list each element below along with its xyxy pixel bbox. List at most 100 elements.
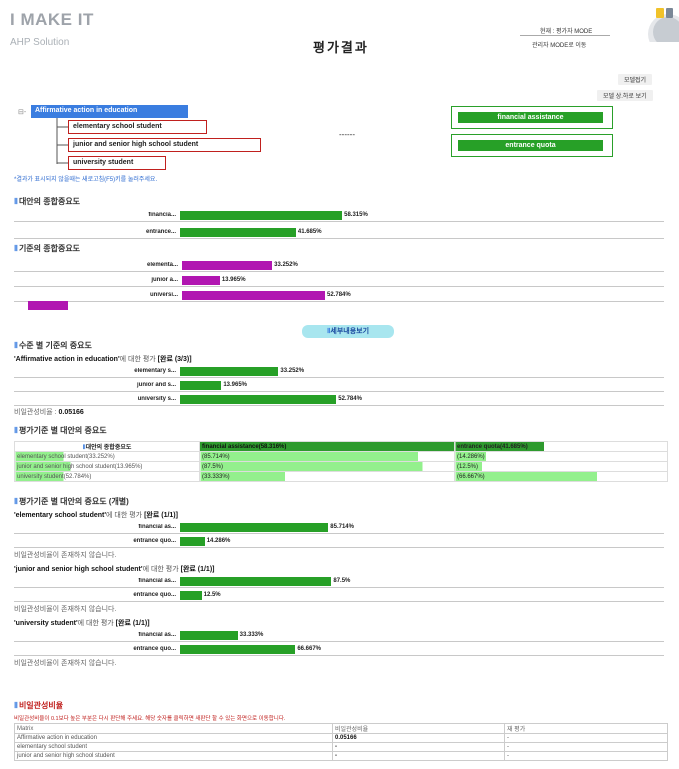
bar-label: financial as...: [138, 632, 176, 638]
chart-row: entrance quo... 14.286%: [14, 535, 664, 548]
bar-value-label: 66.667%: [297, 646, 322, 652]
show-details-button[interactable]: Ⅱ세부내용보기: [302, 325, 394, 338]
table-header-cell: financial assistance(58.316%): [199, 441, 455, 452]
goal-node[interactable]: Affirmative action in education: [31, 105, 188, 118]
consistency-title: 비일관성비율: [14, 700, 63, 711]
table-row: university student(52.784%) (33.333%) (66.…: [14, 471, 668, 482]
bar-label: financia...: [148, 212, 176, 218]
table-row: elementary school student(33.252%) (85.71…: [14, 451, 668, 462]
entrance-cell: (66.667%): [454, 471, 668, 482]
consistency-table: Matrix 비일관성비율 재 평가 Affirmative action in…: [14, 723, 668, 761]
bar: [180, 395, 337, 404]
table-header-cell: 재 평가: [504, 723, 668, 734]
bar-label: entrance quo...: [133, 538, 176, 544]
chart-row: junior and s... 13.965%: [14, 379, 664, 392]
vertical-view-button[interactable]: 모델 상.하로 보기: [597, 90, 653, 101]
entrance-cell: (12.5%): [454, 461, 668, 472]
ratio-cell[interactable]: 0.05166: [332, 733, 505, 743]
table-header-row: Matrix 비일관성비율 재 평가: [14, 723, 668, 734]
table-cell: Affirmative action in education: [14, 733, 333, 743]
bar: [180, 228, 296, 237]
bar: [180, 537, 205, 546]
alternative-label: financial assistance: [458, 112, 603, 123]
ratio-cell[interactable]: -: [332, 742, 505, 752]
bar: [180, 591, 202, 600]
table-row: junior and senior high school student - -: [14, 751, 668, 761]
no-ratio-note: 비일관성비율이 존재하지 않습니다.: [14, 552, 117, 559]
mode-divider: [520, 35, 610, 36]
user-avatar-icon[interactable]: [638, 6, 679, 54]
chart-row: universi... 52.784%: [14, 289, 664, 302]
bar: [182, 276, 220, 285]
bar-label: junior and s...: [136, 382, 176, 388]
table-row: elementary school student - -: [14, 742, 668, 752]
brand-logo: I MAKE IT: [10, 10, 94, 29]
bar-value-label: 33.333%: [239, 632, 264, 638]
bar-value-label: 52.784%: [327, 292, 351, 298]
chart-row: entrance... 41.685%: [14, 226, 664, 239]
tree-toggle-icon[interactable]: ⊟-: [18, 108, 26, 116]
bar: [182, 291, 326, 300]
chart-row: university s... 52.784%: [14, 393, 664, 406]
chart-row: elementa... 33.252%: [14, 259, 664, 272]
financial-cell: (85.714%): [199, 451, 455, 462]
purple-legend-swatch: [28, 301, 68, 310]
bar-value-label: 58.315%: [344, 212, 368, 218]
bar-value-label: 12.5%: [203, 592, 221, 598]
financial-cell: (33.333%): [199, 471, 455, 482]
collapse-model-button[interactable]: 모델접기: [618, 74, 653, 85]
level-weights-title: 수준 별 기준의 중요도: [14, 340, 92, 351]
page-title: 평가결과: [313, 40, 369, 55]
inconsistency-ratio: 비일관성비율 : 0.05166: [14, 409, 84, 416]
bar-value-label: 87.5%: [333, 578, 351, 584]
bar-label: junior a...: [151, 277, 178, 283]
alternative-node-entrance[interactable]: entrance quota: [451, 134, 613, 157]
bar: [180, 523, 329, 532]
no-ratio-note: 비일관성비율이 존재하지 않습니다.: [14, 660, 117, 667]
bar-value-label: 52.784%: [338, 396, 362, 402]
level-weights-question: 'Affirmative action in education'에 대한 평가…: [14, 356, 192, 363]
table-cell: -: [504, 751, 668, 761]
bar-value-label: 33.252%: [274, 262, 298, 268]
bar-label: universi...: [149, 292, 178, 298]
bar-label: entrance quo...: [133, 646, 176, 652]
bar-label: elementary s...: [134, 368, 176, 374]
bar-value-label: 41.685%: [297, 229, 322, 235]
tree-connector-lines: [56, 118, 68, 164]
bar-value-label: 13.965%: [223, 382, 248, 388]
switch-admin-mode-link[interactable]: 관리자 MODE로 이동: [532, 40, 586, 49]
chart-row: elementary s... 33.252%: [14, 365, 664, 378]
individual-question: 'junior and senior high school student'에…: [14, 566, 215, 573]
individual-title: 평가기준 별 대안의 중요도 (개별): [14, 496, 129, 507]
brand-subtitle: AHP Solution: [10, 37, 70, 48]
ratio-cell[interactable]: -: [332, 751, 505, 761]
consistency-warning: 비일관성비율이 0.1보다 높은 부분은 다시 판단해 주세요. 해당 숫자를 …: [14, 716, 286, 722]
criterion-node-elementary[interactable]: elementary school student: [68, 120, 207, 134]
refresh-hint: *결과가 표시되지 않을때는 새로고침(F5)키를 눌러주세요.: [14, 177, 158, 183]
chart-row: financia... 58.315%: [14, 209, 664, 222]
bar: [180, 367, 279, 376]
table-cell: -: [504, 733, 668, 743]
chart-row: financial as... 87.5%: [14, 575, 664, 588]
table-cell: elementary school student: [14, 742, 333, 752]
criterion-cell: elementary school student(33.252%): [14, 451, 200, 462]
table-header-cell: 비일관성비율: [332, 723, 505, 734]
bar: [180, 631, 238, 640]
bar-label: university s...: [137, 396, 176, 402]
tree-dashes: ------: [339, 130, 355, 139]
table-header-cell: Ⅱ대안의 종합중요도: [14, 441, 200, 452]
alternative-label: entrance quota: [458, 140, 603, 151]
bar-label: entrance quo...: [133, 592, 176, 598]
individual-question: 'elementary school student'에 대한 평가 [완료 (…: [14, 512, 178, 519]
bar: [180, 577, 332, 586]
current-mode-label: 현재 : 평가자 MODE: [540, 29, 593, 35]
bar: [180, 211, 343, 220]
criterion-node-university[interactable]: university student: [68, 156, 166, 170]
financial-cell: (87.5%): [199, 461, 455, 472]
criterion-node-junior-senior[interactable]: junior and senior high school student: [68, 138, 261, 152]
bar-value-label: 33.252%: [280, 368, 305, 374]
table-header-cell: Matrix: [14, 723, 333, 734]
table-cell: junior and senior high school student: [14, 751, 333, 761]
bar-label: entrance...: [145, 229, 176, 235]
alternative-node-financial[interactable]: financial assistance: [451, 106, 613, 129]
